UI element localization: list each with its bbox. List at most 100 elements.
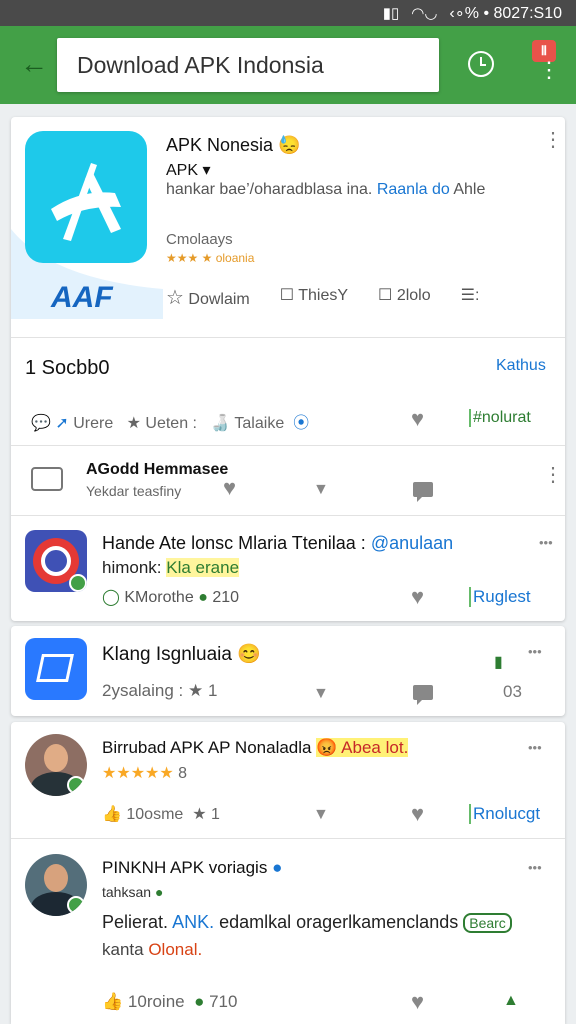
rating-stars: ★★★★★ [102, 765, 174, 782]
item-body-2: kanta Olonal. [102, 940, 202, 960]
divider [11, 445, 565, 446]
reviews-action[interactable]: ☐ 2lolo [378, 285, 431, 310]
thumb-up-icon: 👍 [102, 806, 122, 823]
app-thumb [25, 530, 87, 592]
item-title-text: Hande Ate lonsc Mlaria Ttenilaa : [102, 533, 366, 553]
star-icon: ★ [126, 415, 141, 432]
bubble-icon: ☐ [378, 287, 393, 304]
item-stat-b: ★ 1 [188, 681, 218, 700]
item-title-text: Birrubad APK AP Nonaladla [102, 738, 312, 757]
more-label: : [474, 287, 480, 304]
item-body-b[interactable]: ANK. [172, 912, 214, 932]
item-body-c: edamlkal oragerlkamenclands [219, 912, 459, 932]
reviews-label: 2lolo [396, 287, 431, 304]
app-logo: AAF [11, 131, 163, 319]
divider [11, 337, 565, 338]
signal-icon: ▮▯ [382, 5, 400, 22]
heart-icon[interactable]: ♥ [411, 989, 424, 1015]
heart-icon[interactable]: ♥ [223, 475, 236, 501]
desc-link[interactable]: Raanla do [377, 181, 450, 198]
message-icon [31, 467, 63, 491]
item-title-text: PINKNH APK voriagis [102, 858, 268, 877]
divider [11, 838, 565, 839]
stat-c: Talaike [234, 415, 285, 432]
verified-icon: ● [272, 858, 283, 877]
item-body-a: Pelierat. [102, 912, 169, 932]
item-stat-a: KMorothe [124, 589, 194, 606]
item-tag[interactable]: Ruglest [469, 587, 531, 607]
item-stats: 2ysalaing : ★ 1 [102, 681, 217, 701]
location-icon: ⦿ [293, 415, 310, 432]
item-title: PINKNH APK voriagis ● [102, 858, 282, 878]
more-action[interactable]: ☰: [461, 285, 480, 310]
item-stat-b: 710 [209, 992, 238, 1011]
app-description: hankar bae’/oharadblasa ina. Raanla do A… [166, 181, 485, 199]
chevron-down-icon[interactable]: ▼ [313, 685, 329, 703]
item-sub-b: Kla erane [166, 558, 240, 577]
item-title-tag: 😡 Abea lot. [316, 738, 409, 757]
chat-outline-icon: ◯ [102, 589, 120, 606]
item-body-2b: Olonal. [148, 940, 203, 959]
heart-icon[interactable]: ♥ [411, 584, 424, 610]
sub-row-title: AGodd Hemmasee [86, 461, 229, 478]
chat-icon[interactable] [413, 685, 433, 705]
item-body: Pelierat. ANK. edamlkal oragerlkamenclan… [102, 912, 512, 933]
app-bar: ← Download APK Indonsia Ⅱ ⋮ [0, 26, 576, 104]
item-stat-a: 10osme [126, 806, 184, 823]
heart-icon[interactable]: ♥ [411, 801, 424, 827]
bottle-icon: 🍶 [210, 415, 231, 432]
app-rating: ★★★ ★ oloania [166, 251, 255, 265]
share-action[interactable]: ☐ ThiesY [280, 285, 348, 310]
avatar [25, 854, 87, 916]
item-count: 03 [503, 682, 522, 701]
list-icon: ☰ [460, 287, 475, 304]
thumb-icon: ● [194, 992, 205, 1011]
divider [11, 515, 565, 516]
sub-row-subtitle: Yekdar teasfiny [86, 483, 182, 499]
more-icon[interactable]: ••• [528, 860, 542, 875]
heart-icon[interactable]: ♥ [411, 406, 424, 432]
overflow-menu-icon[interactable]: ⋮ [538, 59, 560, 81]
section-title: 1 Socbb0 [25, 357, 110, 379]
svg-text:AAF: AAF [50, 281, 113, 314]
download-action[interactable]: ☆ Dowlaim [166, 285, 250, 310]
list-item-card[interactable]: Klang Isgnluaia 😊 2ysalaing : ★ 1 ▮ ••• … [11, 626, 565, 716]
item-stat-a: 2ysalaing : [102, 681, 184, 700]
app-subtitle[interactable]: APK ▾ [166, 160, 211, 180]
star-outline-icon: ☆ [166, 287, 184, 309]
arrow-icon: ➚ [55, 415, 69, 432]
bookmark-icon[interactable]: ▮ [494, 652, 503, 672]
chevron-down-icon[interactable]: ▼ [313, 481, 329, 499]
card-menu-icon[interactable]: ⋮ [543, 130, 563, 150]
back-arrow-icon[interactable]: ← [20, 48, 52, 80]
item-stat-a: 10roine [127, 992, 185, 1011]
more-icon[interactable]: ••• [539, 535, 553, 550]
thumb-icon: ● [198, 589, 208, 606]
avatar [25, 734, 87, 796]
desc-text: hankar bae’/oharadblasa ina. [166, 181, 373, 198]
item-tag[interactable]: Rnolucgt [469, 804, 540, 824]
download-label: Dowlaim [188, 291, 250, 308]
bookmark-icon[interactable]: ▲ [503, 992, 519, 1010]
item-stats: ◯ KMorothe ● 210 [102, 587, 239, 607]
item-sub: tahksan ● [102, 884, 163, 900]
item-handle[interactable]: @anulaan [371, 533, 453, 553]
status-text: ‹∘% • 8027:S10 [449, 5, 562, 22]
chevron-down-icon[interactable]: ▼ [313, 806, 329, 824]
item-stats: 👍 10roine ● 710 [102, 992, 237, 1012]
stat-tag[interactable]: #nolurat [469, 409, 531, 427]
search-input[interactable]: Download APK Indonsia [57, 38, 439, 92]
item-body-2a: kanta [102, 940, 144, 959]
section-link[interactable]: Kathus [496, 357, 546, 375]
chat-icon[interactable] [413, 482, 433, 502]
item-title: Klang Isgnluaia 😊 [102, 644, 261, 665]
item-title: Hande Ate lonsc Mlaria Ttenilaa : @anula… [102, 533, 453, 554]
more-icon[interactable]: ••• [528, 644, 542, 659]
history-clock-icon[interactable] [468, 51, 494, 77]
list-card: Birrubad APK AP Nonaladla 😡 Abea lot. ★★… [11, 722, 565, 1024]
thumb-up-icon: 👍 [102, 992, 124, 1011]
row-menu-icon[interactable]: ⋮ [543, 465, 563, 485]
app-category: Cmolaays [166, 231, 233, 248]
item-badge: Bearc [463, 913, 512, 933]
more-icon[interactable]: ••• [528, 740, 542, 755]
